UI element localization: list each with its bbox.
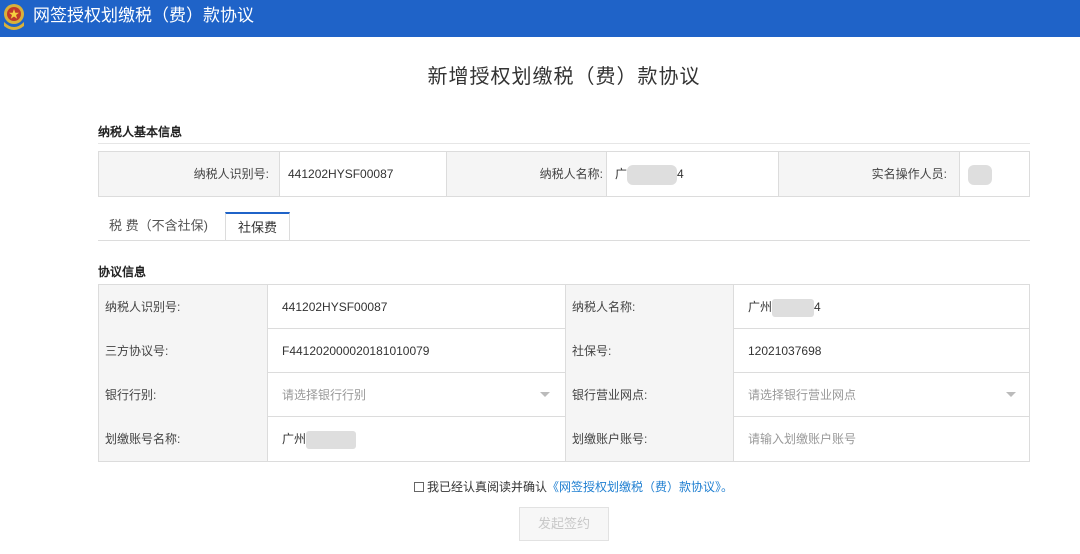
taxpayer-name-prefix: 广: [615, 167, 628, 181]
submit-sign-button[interactable]: 发起签约: [519, 507, 609, 541]
taxpayer-id-value: 441202HYSF00087: [279, 152, 447, 196]
redacted-block: [627, 164, 678, 185]
taxpayer-name-label: 纳税人名称:: [566, 285, 733, 329]
social-insurance-no-label: 社保号:: [566, 329, 733, 373]
account-name-label: 划缴账号名称:: [99, 417, 267, 461]
account-number-input[interactable]: 请输入划缴账户账号: [734, 417, 1029, 461]
tripartite-agreement-label: 三方协议号:: [99, 329, 267, 373]
bank-branch-select[interactable]: 请选择银行营业网点: [734, 373, 1029, 417]
taxpayer-name-prefix: 广州: [748, 300, 773, 314]
taxpayer-name-suffix: 4: [677, 167, 684, 181]
account-number-label: 划缴账户账号:: [566, 417, 733, 461]
agreement-confirm: 我已经认真阅读并确认《网签授权划缴税（费）款协议》。: [414, 478, 733, 495]
operator-label: 实名操作人员:: [871, 167, 947, 181]
form-row: 划缴账号名称: 广州 划缴账户账号: 请输入划缴账户账号: [99, 417, 1029, 461]
bank-branch-label: 银行营业网点:: [566, 373, 733, 417]
tab-tax-fee[interactable]: 税 费（不含社保): [105, 212, 212, 241]
social-insurance-no-value: 12021037698: [748, 344, 822, 358]
bank-type-select[interactable]: 请选择银行行别: [268, 373, 565, 417]
confirm-end: 。: [721, 480, 734, 494]
account-name-value: 广州: [268, 417, 565, 461]
bank-type-label: 银行行别:: [99, 373, 267, 417]
chevron-down-icon: [540, 392, 550, 397]
tabs-divider: [98, 240, 1030, 241]
tax-emblem-icon: [4, 4, 24, 30]
page-title: 新增授权划缴税（费）款协议: [427, 66, 701, 88]
tripartite-agreement-value: F441202000020181010079: [282, 344, 430, 358]
basic-info-section-title: 纳税人基本信息: [98, 125, 183, 139]
app-title: 网签授权划缴税（费）款协议: [33, 6, 254, 25]
taxpayer-name-suffix: 4: [814, 300, 821, 314]
agreement-link[interactable]: 《网签授权划缴税（费）款协议》: [547, 480, 721, 494]
account-name-prefix: 广州: [282, 432, 307, 446]
agreement-form: 纳税人识别号: 441202HYSF00087 纳税人名称: 广州 4 三方协议号…: [98, 284, 1030, 462]
taxpayer-name-value: 广州 4: [734, 285, 1029, 329]
tab-social-insurance[interactable]: 社保费: [225, 212, 290, 241]
agree-checkbox[interactable]: [414, 482, 424, 492]
account-number-placeholder: 请输入划缴账户账号: [748, 432, 857, 446]
taxpayer-id-label: 纳税人识别号:: [99, 285, 267, 329]
taxpayer-name-value: 广4: [606, 152, 779, 196]
bank-branch-placeholder: 请选择银行营业网点: [748, 388, 857, 402]
redacted-block: [772, 298, 815, 317]
taxpayer-info-box: 纳税人识别号: 441202HYSF00087 纳税人名称: 广4 实名操作人员…: [98, 151, 1030, 197]
form-row: 纳税人识别号: 441202HYSF00087 纳税人名称: 广州 4: [99, 285, 1029, 329]
redacted-block: [306, 430, 357, 449]
redacted-block: [968, 164, 992, 185]
form-row: 三方协议号: F441202000020181010079 社保号: 12021…: [99, 329, 1029, 373]
taxpayer-id-value: 441202HYSF00087: [282, 300, 388, 314]
top-bar: 网签授权划缴税（费）款协议: [0, 0, 1080, 37]
chevron-down-icon: [1006, 392, 1016, 397]
agreement-section-title: 协议信息: [98, 265, 147, 279]
operator-value: [959, 152, 1029, 196]
divider: [98, 143, 1030, 144]
taxpayer-name-label: 纳税人名称:: [539, 167, 603, 181]
form-row: 银行行别: 请选择银行行别 银行营业网点: 请选择银行营业网点: [99, 373, 1029, 417]
taxpayer-id-label: 纳税人识别号:: [193, 167, 269, 181]
confirm-text: 我已经认真阅读并确认: [427, 480, 548, 494]
bank-type-placeholder: 请选择银行行别: [282, 388, 367, 402]
